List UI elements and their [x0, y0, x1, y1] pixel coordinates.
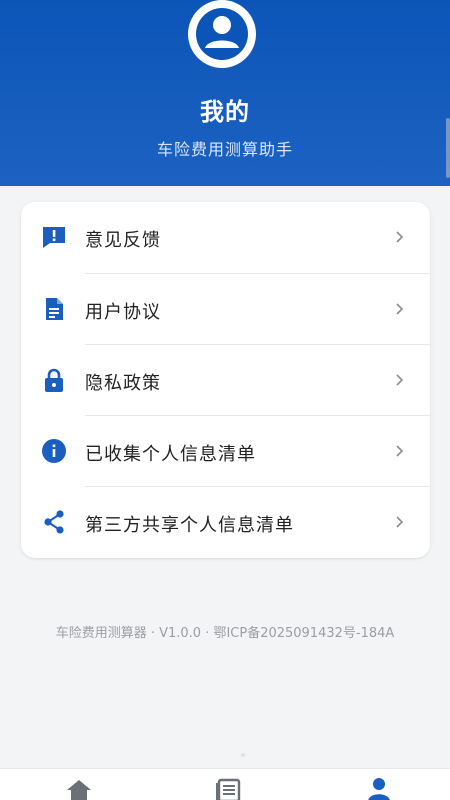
chevron-right-icon	[396, 445, 404, 457]
profile-icon	[368, 778, 390, 800]
document-icon	[46, 298, 63, 320]
menu-item-feedback[interactable]: 意见反馈	[21, 202, 430, 273]
nav-item-home[interactable]	[64, 777, 94, 800]
profile-page: 我的 车险费用测算助手 意见反馈 用户协议 隐私政策 已收集个人信息清单 第三方…	[0, 0, 450, 800]
page-title: 我的	[200, 98, 250, 126]
chevron-right-icon	[396, 231, 404, 243]
menu-item-label: 第三方共享个人信息清单	[85, 515, 294, 536]
menu-item-label: 用户协议	[85, 302, 161, 323]
page-subtitle: 车险费用测算助手	[156, 140, 293, 159]
menu-item-third-party-sharing[interactable]: 第三方共享个人信息清单	[21, 487, 430, 558]
version-footer: 车险费用测算器 · V1.0.0 · 鄂ICP备2025091432号-184A	[55, 626, 395, 641]
menu-item-label: 意见反馈	[85, 230, 161, 251]
avatar[interactable]	[188, 0, 256, 68]
info-icon	[42, 439, 66, 463]
feedback-icon	[43, 227, 65, 248]
lock-icon	[45, 368, 63, 392]
menu-item-label: 已收集个人信息清单	[85, 444, 256, 465]
profile-header: 我的 车险费用测算助手	[0, 0, 450, 186]
list-icon	[216, 778, 241, 800]
page-indicator-dot	[241, 753, 245, 757]
chevron-right-icon	[396, 516, 404, 528]
menu-item-user-agreement[interactable]: 用户协议	[21, 274, 430, 345]
chevron-right-icon	[396, 374, 404, 386]
chevron-right-icon	[396, 303, 404, 315]
share-icon	[44, 510, 64, 534]
menu-card: 意见反馈 用户协议 隐私政策 已收集个人信息清单 第三方共享个人信息清单	[21, 202, 430, 558]
home-icon	[67, 780, 91, 800]
scrollbar-thumb[interactable]	[446, 118, 450, 178]
user-avatar-icon	[196, 8, 248, 60]
menu-item-collected-info[interactable]: 已收集个人信息清单	[21, 416, 430, 487]
nav-item-list[interactable]	[214, 777, 244, 800]
bottom-nav	[0, 768, 450, 800]
menu-item-label: 隐私政策	[85, 373, 161, 394]
menu-item-privacy-policy[interactable]: 隐私政策	[21, 345, 430, 416]
nav-item-profile[interactable]	[364, 777, 394, 800]
